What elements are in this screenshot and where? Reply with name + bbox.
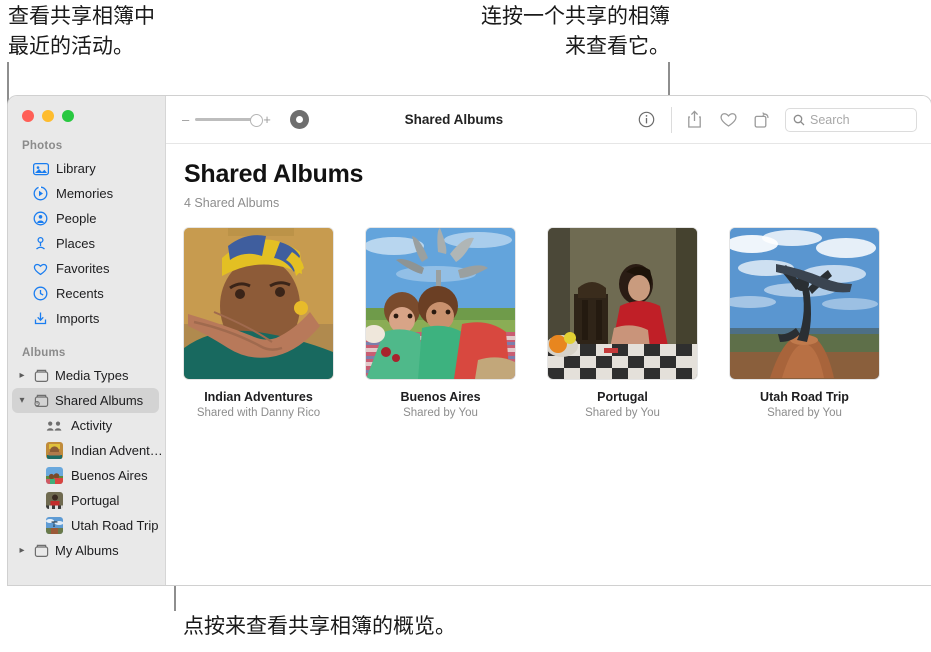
sidebar-group-media-types-label: Media Types [55,368,129,383]
sidebar-item-favorites[interactable]: Favorites [8,256,165,281]
album-name: Portugal [597,390,648,404]
people-icon [32,210,49,227]
sidebar-item-library[interactable]: Library [8,156,165,181]
sidebar-item-library-label: Library [56,161,96,176]
close-window-button[interactable] [22,110,34,122]
zoom-window-button[interactable] [62,110,74,122]
album-name: Utah Road Trip [760,390,849,404]
places-pin-icon [32,235,49,252]
sidebar-item-memories[interactable]: Memories [8,181,165,206]
sidebar-item-favorites-label: Favorites [56,261,110,276]
album-thumbnail-buenos-aires[interactable] [366,228,515,379]
sidebar-group-my-albums[interactable]: ▸ My Albums [8,538,165,563]
sidebar-item-people[interactable]: People [8,206,165,231]
sidebar-item-buenos-aires[interactable]: Buenos Aires [8,463,165,488]
shared-album-icon [33,392,50,409]
info-circle-icon[interactable] [629,105,663,135]
shared-albums-page: Shared Albums 4 Shared Albums Indian Adv… [166,144,931,585]
sidebar-item-activity[interactable]: Activity [8,413,165,438]
sidebar-item-imports-label: Imports [56,311,100,326]
slider-track[interactable] [195,113,264,127]
sidebar-item-indian-adventures[interactable]: Indian Advent… [8,438,165,463]
sidebar-item-utah-road-trip[interactable]: Utah Road Trip [8,513,165,538]
sidebar-item-recents[interactable]: Recents [8,281,165,306]
heart-icon[interactable] [711,105,745,135]
sidebar-item-indian-adventures-label: Indian Advent… [71,443,163,458]
album-thumbnail-portugal [46,492,63,509]
sidebar-item-people-label: People [56,211,97,226]
chevron-right-icon[interactable]: ▸ [16,545,28,556]
album-card-buenos-aires[interactable]: Buenos Aires Shared by You [366,228,515,419]
album-icon [33,367,50,384]
album-shared-status: Shared by You [403,407,478,419]
album-thumbnail-indian-adventures [46,442,63,459]
album-card-portugal[interactable]: Portugal Shared by You [548,228,697,419]
window-controls [8,96,165,122]
album-thumbnail-portugal[interactable] [548,228,697,379]
toolbar-title: Shared Albums [404,112,504,127]
callout-activity-text: 查看共享相簿中 最近的活动。 [8,4,155,58]
photos-window: Photos Library Memories People Places Fa… [8,96,931,585]
clock-icon [32,285,49,302]
people-group-icon [46,417,63,434]
album-name: Buenos Aires [400,390,481,404]
page-subtitle: 4 Shared Albums [184,196,280,210]
sidebar-item-memories-label: Memories [56,186,114,201]
sidebar-item-portugal[interactable]: Portugal [8,488,165,513]
thumbnail-size-slider[interactable]: – + [182,112,271,127]
album-thumbnail-utah-road-trip[interactable] [730,228,879,379]
heart-icon [32,260,49,277]
album-grid: Indian Adventures Shared with Danny Rico [184,228,931,419]
sidebar-group-shared-albums-label: Shared Albums [55,393,144,408]
sidebar-group-my-albums-label: My Albums [55,543,119,558]
rotate-icon[interactable] [745,105,779,135]
sidebar-section-photos-title: Photos [22,140,63,152]
sidebar-item-places[interactable]: Places [8,231,165,256]
content-area: – + Shared Albums Search Shared Albums 4… [166,96,931,585]
search-input[interactable]: Search [810,113,850,127]
import-icon [32,310,49,327]
callout-open-album-text: 连按一个共享的相簿 来查看它。 [481,4,670,58]
toolbar: – + Shared Albums Search [166,96,931,144]
album-shared-status: Shared by You [767,407,842,419]
chevron-right-icon[interactable]: ▸ [16,370,28,381]
sidebar-item-activity-label: Activity [71,418,113,433]
minimize-window-button[interactable] [42,110,54,122]
sidebar-item-portugal-label: Portugal [71,493,120,508]
sidebar-item-utah-road-trip-label: Utah Road Trip [71,518,159,533]
album-shared-status: Shared with Danny Rico [196,407,321,419]
album-thumbnail-buenos-aires [46,467,63,484]
album-name: Indian Adventures [204,390,313,404]
memories-icon [32,185,49,202]
sidebar-section-albums-title: Albums [22,347,66,359]
sidebar-item-places-label: Places [56,236,96,251]
album-icon [33,542,50,559]
sidebar-group-shared-albums[interactable]: ▾ Shared Albums [12,388,159,413]
album-card-indian-adventures[interactable]: Indian Adventures Shared with Danny Rico [184,228,333,419]
page-title: Shared Albums [184,160,364,188]
album-card-utah-road-trip[interactable]: Utah Road Trip Shared by You [730,228,879,419]
sidebar-group-media-types[interactable]: ▸ Media Types [8,363,165,388]
sidebar: Photos Library Memories People Places Fa… [8,96,166,585]
zoom-in-label: + [263,112,271,127]
search-field[interactable]: Search [785,107,917,132]
toolbar-divider [671,106,672,133]
sidebar-item-recents-label: Recents [56,286,104,301]
zoom-out-label: – [182,112,190,127]
slider-knob[interactable] [250,113,264,127]
library-icon [32,160,49,177]
sidebar-item-imports[interactable]: Imports [8,306,165,331]
chevron-down-icon[interactable]: ▾ [16,395,28,406]
album-shared-status: Shared by You [585,407,660,419]
album-thumbnail-indian-adventures[interactable] [184,228,333,379]
share-icon[interactable] [677,105,711,135]
search-icon [793,114,805,126]
sidebar-item-buenos-aires-label: Buenos Aires [71,468,148,483]
callout-overview-text: 点按来查看共享相簿的概览。 [183,614,456,638]
album-thumbnail-utah-road-trip [46,517,63,534]
